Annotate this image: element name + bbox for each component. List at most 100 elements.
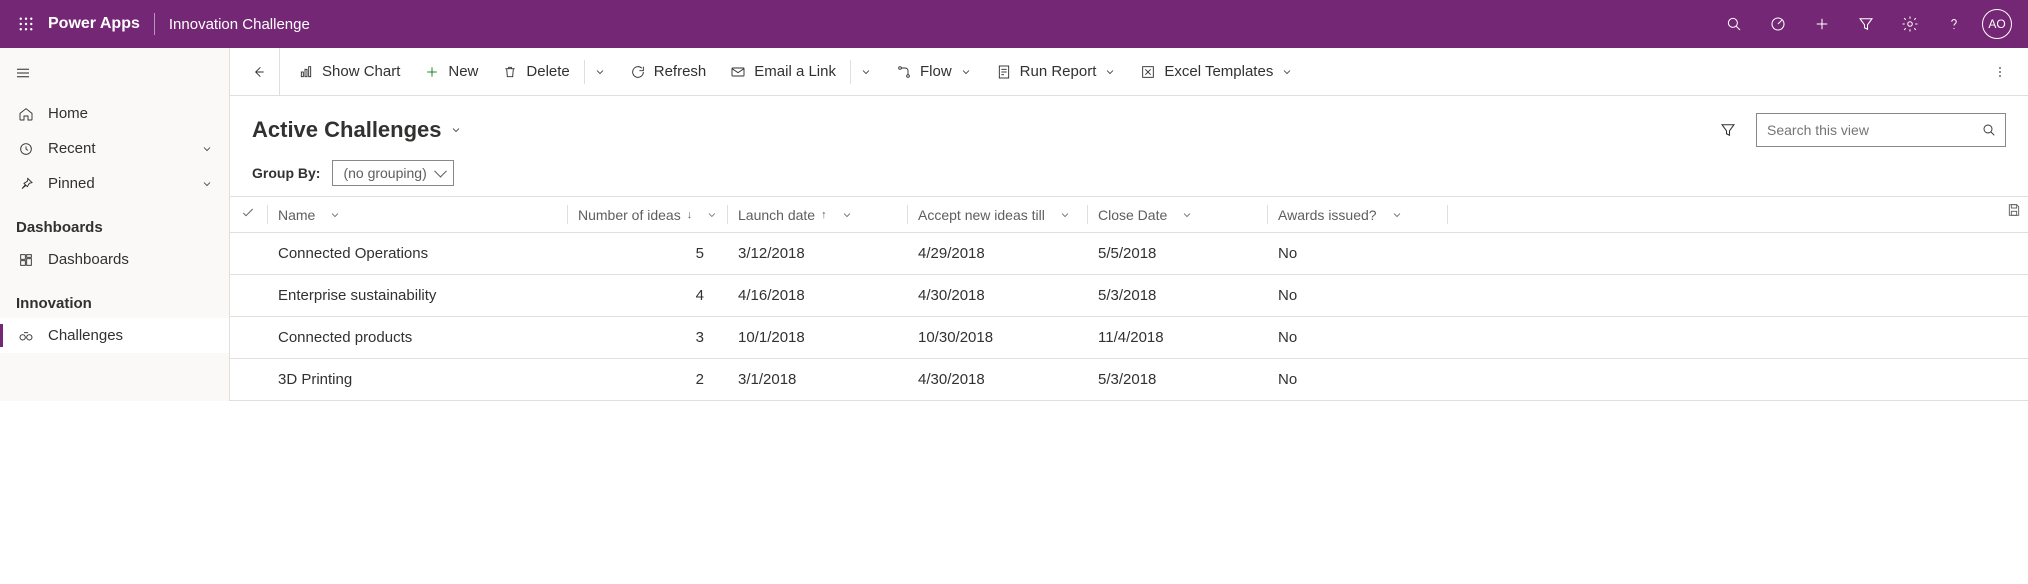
avatar-initials: AO: [1988, 17, 2005, 31]
row-select-cell[interactable]: [230, 233, 268, 275]
sidebar-item-pinned[interactable]: Pinned: [0, 166, 229, 201]
more-commands-button[interactable]: [1980, 64, 2020, 80]
cell-awards: No: [1268, 233, 1448, 275]
flow-button[interactable]: Flow: [886, 57, 982, 86]
column-header-close[interactable]: Close Date: [1088, 197, 1268, 233]
user-avatar[interactable]: AO: [1982, 9, 2012, 39]
table-row[interactable]: 3D Printing23/1/20184/30/20185/3/2018No: [230, 359, 2028, 401]
cell-spacer: [1448, 233, 2028, 275]
cell-close: 5/5/2018: [1088, 233, 1268, 275]
search-view-input[interactable]: [1765, 121, 1981, 139]
search-icon: [1981, 122, 1997, 138]
app-launcher-button[interactable]: [10, 0, 42, 48]
delete-split-button[interactable]: [584, 60, 616, 84]
save-icon: [2006, 202, 2022, 218]
view-filter-button[interactable]: [1710, 112, 1746, 148]
cell-ideas: 5: [568, 233, 728, 275]
cell-name[interactable]: Connected Operations: [268, 233, 568, 275]
row-select-cell[interactable]: [230, 275, 268, 317]
excel-icon: [1140, 64, 1156, 80]
table-row[interactable]: Connected products310/1/201810/30/201811…: [230, 317, 2028, 359]
chevron-down-icon: [1059, 209, 1071, 221]
chevron-down-icon: [1281, 66, 1293, 78]
excel-templates-button[interactable]: Excel Templates: [1130, 57, 1303, 86]
save-layout-button[interactable]: [2006, 202, 2022, 221]
cell-name[interactable]: Connected products: [268, 317, 568, 359]
flow-icon: [896, 64, 912, 80]
search-view-box[interactable]: [1756, 113, 2006, 147]
row-select-cell[interactable]: [230, 359, 268, 401]
grid-container: Name Number of ideas ↓: [230, 196, 2028, 401]
settings-button[interactable]: [1888, 0, 1932, 48]
add-button[interactable]: [1800, 0, 1844, 48]
search-icon: [1725, 15, 1743, 33]
pin-icon: [18, 176, 34, 192]
cell-accept: 4/30/2018: [908, 275, 1088, 317]
command-bar: Show Chart New Delete Refresh Email a Li…: [230, 48, 2028, 96]
chevron-down-icon: [201, 178, 213, 190]
sidebar-section-innovation: Innovation: [0, 277, 229, 318]
cell-name[interactable]: 3D Printing: [268, 359, 568, 401]
chart-icon: [298, 64, 314, 80]
chevron-down-icon: [960, 66, 972, 78]
sort-descending-icon: ↓: [687, 209, 693, 221]
sidebar-collapse-button[interactable]: [0, 54, 229, 96]
trash-icon: [502, 64, 518, 80]
search-button[interactable]: [1712, 0, 1756, 48]
command-label: Delete: [526, 63, 569, 80]
task-button[interactable]: [1756, 0, 1800, 48]
group-by-selector[interactable]: (no grouping): [332, 160, 453, 186]
new-button[interactable]: New: [414, 57, 488, 86]
column-label: Awards issued?: [1278, 207, 1377, 223]
cell-name[interactable]: Enterprise sustainability: [268, 275, 568, 317]
cell-accept: 4/29/2018: [908, 233, 1088, 275]
show-chart-button[interactable]: Show Chart: [288, 57, 410, 86]
command-label: Show Chart: [322, 63, 400, 80]
chevron-down-icon: [1391, 209, 1403, 221]
cell-launch: 4/16/2018: [728, 275, 908, 317]
run-report-button[interactable]: Run Report: [986, 57, 1127, 86]
column-header-launch[interactable]: Launch date ↑: [728, 197, 908, 233]
sort-ascending-icon: ↑: [821, 209, 827, 221]
refresh-icon: [630, 64, 646, 80]
cell-spacer: [1448, 359, 2028, 401]
dashboard-icon: [18, 252, 34, 268]
column-header-awards[interactable]: Awards issued?: [1268, 197, 1448, 233]
row-select-cell[interactable]: [230, 317, 268, 359]
brand-name[interactable]: Power Apps: [42, 15, 150, 33]
filter-button[interactable]: [1844, 0, 1888, 48]
table-row[interactable]: Enterprise sustainability44/16/20184/30/…: [230, 275, 2028, 317]
delete-button[interactable]: Delete: [492, 57, 579, 86]
question-icon: [1945, 15, 1963, 33]
sidebar-item-label: Home: [48, 105, 88, 122]
sidebar-item-recent[interactable]: Recent: [0, 131, 229, 166]
back-button[interactable]: [238, 48, 280, 96]
cell-spacer: [1448, 317, 2028, 359]
funnel-icon: [1857, 15, 1875, 33]
email-link-button[interactable]: Email a Link: [720, 57, 846, 86]
column-header-select[interactable]: [230, 197, 268, 233]
table-row[interactable]: Connected Operations53/12/20184/29/20185…: [230, 233, 2028, 275]
chevron-down-icon: [1104, 66, 1116, 78]
cell-ideas: 2: [568, 359, 728, 401]
main-content: Show Chart New Delete Refresh Email a Li…: [230, 48, 2028, 401]
view-selector[interactable]: Active Challenges: [252, 117, 462, 143]
sidebar: Home Recent Pinned Dashboards Dashboards…: [0, 48, 230, 401]
gear-icon: [1901, 15, 1919, 33]
column-header-ideas[interactable]: Number of ideas ↓: [568, 197, 728, 233]
column-header-accept[interactable]: Accept new ideas till: [908, 197, 1088, 233]
column-header-name[interactable]: Name: [268, 197, 568, 233]
home-icon: [18, 106, 34, 122]
sidebar-item-dashboards[interactable]: Dashboards: [0, 242, 229, 277]
hamburger-icon: [14, 64, 32, 82]
sidebar-item-home[interactable]: Home: [0, 96, 229, 131]
sidebar-item-challenges[interactable]: Challenges: [0, 318, 229, 353]
refresh-button[interactable]: Refresh: [620, 57, 717, 86]
column-label: Close Date: [1098, 207, 1167, 223]
help-button[interactable]: [1932, 0, 1976, 48]
cell-awards: No: [1268, 359, 1448, 401]
sidebar-item-label: Dashboards: [48, 251, 129, 268]
chevron-down-icon: [329, 209, 341, 221]
email-link-split-button[interactable]: [850, 60, 882, 84]
chevron-down-icon: [450, 124, 462, 136]
